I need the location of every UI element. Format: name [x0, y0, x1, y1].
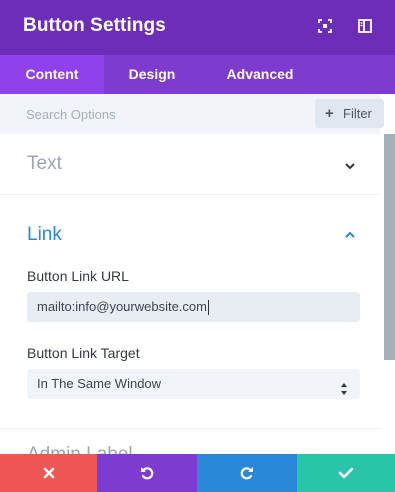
- modal-header: Button Settings: [0, 0, 395, 55]
- tab-content[interactable]: Content: [0, 55, 104, 94]
- undo-button[interactable]: [97, 454, 197, 492]
- target-value: In The Same Window: [37, 376, 162, 391]
- text-caret: [207, 300, 209, 316]
- section-title-text: Text: [27, 153, 62, 174]
- tab-bar: Content Design Advanced: [0, 55, 395, 94]
- scrollbar[interactable]: [380, 134, 395, 454]
- tab-design[interactable]: Design: [104, 55, 200, 94]
- redo-button[interactable]: [197, 454, 297, 492]
- section-title-admin-label[interactable]: Admin Label: [27, 444, 133, 454]
- url-value: mailto:info@yourwebsite.com: [37, 299, 207, 314]
- options-panel: Text Link Button Link URL mailto:info@yo…: [0, 134, 380, 454]
- button-link-target-label: Button Link Target: [27, 345, 140, 361]
- discard-button[interactable]: [0, 454, 97, 492]
- chevron-up-icon[interactable]: [343, 228, 357, 242]
- modal-title: Button Settings: [23, 15, 166, 36]
- button-link-target-select[interactable]: In The Same Window: [27, 369, 360, 399]
- sidebar-toggle-icon[interactable]: [357, 18, 373, 34]
- filter-button[interactable]: + Filter: [315, 99, 384, 128]
- check-icon: [338, 467, 354, 479]
- tab-advanced[interactable]: Advanced: [200, 55, 320, 94]
- section-title-link[interactable]: Link: [27, 224, 62, 246]
- button-link-url-label: Button Link URL: [27, 268, 129, 284]
- filter-label: Filter: [343, 106, 372, 121]
- button-link-url-input[interactable]: mailto:info@yourwebsite.com: [27, 292, 360, 322]
- redo-icon: [240, 467, 253, 480]
- undo-icon: [141, 467, 154, 480]
- expand-icon[interactable]: [317, 18, 333, 34]
- search-bar: + Filter: [0, 94, 384, 134]
- chevron-down-icon[interactable]: [343, 159, 357, 173]
- save-button[interactable]: [297, 454, 395, 492]
- section-text-header[interactable]: Text: [0, 134, 380, 195]
- select-arrows-icon: [340, 377, 348, 395]
- plus-icon: +: [325, 105, 334, 122]
- close-icon: [43, 467, 54, 479]
- action-bar: [0, 454, 395, 492]
- scrollbar-thumb[interactable]: [384, 134, 395, 360]
- section-divider: [0, 428, 380, 429]
- search-input[interactable]: [26, 94, 286, 134]
